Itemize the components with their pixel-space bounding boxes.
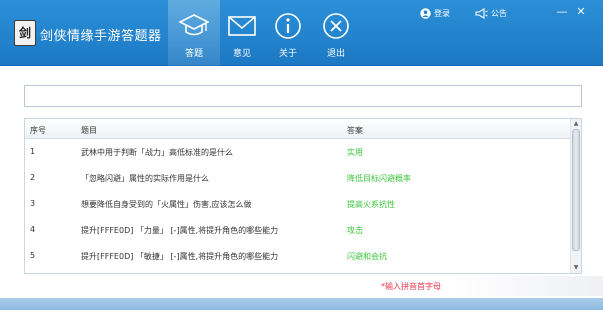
- scroll-up-icon[interactable]: ▲: [571, 120, 581, 128]
- row-question: 武林中用于判断「战力」高低标准的是什么: [81, 148, 233, 157]
- notice-label: 公告: [491, 9, 507, 18]
- question-table: 序号 题目 答案 1 武林中用于判断「战力」高低标准的是什么 实用 2 「忽略闪…: [24, 118, 582, 274]
- status-bar: [0, 298, 603, 310]
- close-circle-icon: [323, 13, 349, 39]
- row-answer: 提高火系抗性: [347, 200, 395, 209]
- close-window-button[interactable]: ✕: [575, 6, 587, 18]
- table-row[interactable]: 1 武林中用于判断「战力」高低标准的是什么 实用: [25, 139, 571, 165]
- tab-answer[interactable]: 答题: [168, 0, 220, 66]
- app-logo: 剑: [14, 20, 36, 46]
- minimize-button[interactable]: —: [556, 6, 568, 18]
- app-title: 剑侠情缘手游答题器: [40, 29, 162, 44]
- scroll-thumb[interactable]: [572, 129, 580, 251]
- scroll-down-icon[interactable]: ▼: [571, 264, 581, 272]
- row-answer: 攻击: [347, 226, 363, 235]
- row-number: 2: [30, 173, 36, 182]
- tab-answer-label: 答题: [184, 49, 203, 59]
- row-number: 3: [30, 199, 36, 208]
- row-question: 「忽略闪避」属性的实际作用是什么: [81, 174, 209, 183]
- table-header: 序号 题目 答案: [25, 119, 571, 139]
- tab-about-label: 关于: [278, 49, 297, 59]
- row-number: 4: [30, 225, 36, 234]
- user-icon: [420, 8, 431, 19]
- row-question: 提升[FFFE0D] 「力量」 [-]属性,将提升角色的哪些能力: [81, 226, 279, 235]
- row-number: 1: [30, 147, 36, 156]
- search-input[interactable]: [24, 85, 582, 107]
- input-hint: *输入拼音首字母: [381, 282, 441, 291]
- table-row[interactable]: 4 提升[FFFE0D] 「力量」 [-]属性,将提升角色的哪些能力 攻击: [25, 217, 571, 243]
- table-row[interactable]: 3 想要降低自身受到的「火属性」伤害,应该怎么做 提高火系抗性: [25, 191, 571, 217]
- column-header-no: 序号: [30, 126, 46, 135]
- table-scrollbar[interactable]: ▲ ▼: [570, 119, 581, 273]
- table-row[interactable]: 2 「忽略闪避」属性的实际作用是什么 降低目标闪避概率: [25, 165, 571, 191]
- tab-feedback-label: 意见: [232, 49, 251, 59]
- envelope-icon: [228, 16, 256, 36]
- graduation-cap-icon: [179, 14, 209, 36]
- row-answer: 实用: [347, 148, 363, 157]
- column-header-question: 题目: [81, 126, 97, 135]
- info-icon: [275, 13, 301, 39]
- tab-exit-label: 退出: [326, 49, 345, 59]
- notice-link[interactable]: 公告: [475, 8, 507, 19]
- column-header-answer: 答案: [347, 126, 363, 135]
- table-row[interactable]: 5 提升[FFFE0D] 「敏捷」 [-]属性,将提升角色的哪些能力 闪避和会抗: [25, 243, 571, 269]
- row-question: 想要降低自身受到的「火属性」伤害,应该怎么做: [81, 200, 252, 209]
- row-answer: 降低目标闪避概率: [347, 174, 411, 183]
- row-question: 提升[FFFE0D] 「敏捷」 [-]属性,将提升角色的哪些能力: [81, 252, 279, 261]
- tab-about[interactable]: 关于: [262, 0, 314, 66]
- app-header: 剑 剑侠情缘手游答题器 答题 意见 关于 退出 登录 公告 — ✕: [0, 0, 603, 66]
- megaphone-icon: [475, 8, 488, 19]
- watermark-overlay: [452, 276, 603, 296]
- tab-feedback[interactable]: 意见: [216, 0, 268, 66]
- row-number: 5: [30, 251, 36, 260]
- login-label: 登录: [434, 9, 450, 18]
- login-link[interactable]: 登录: [420, 8, 450, 19]
- row-answer: 闪避和会抗: [347, 252, 387, 261]
- tab-exit[interactable]: 退出: [310, 0, 362, 66]
